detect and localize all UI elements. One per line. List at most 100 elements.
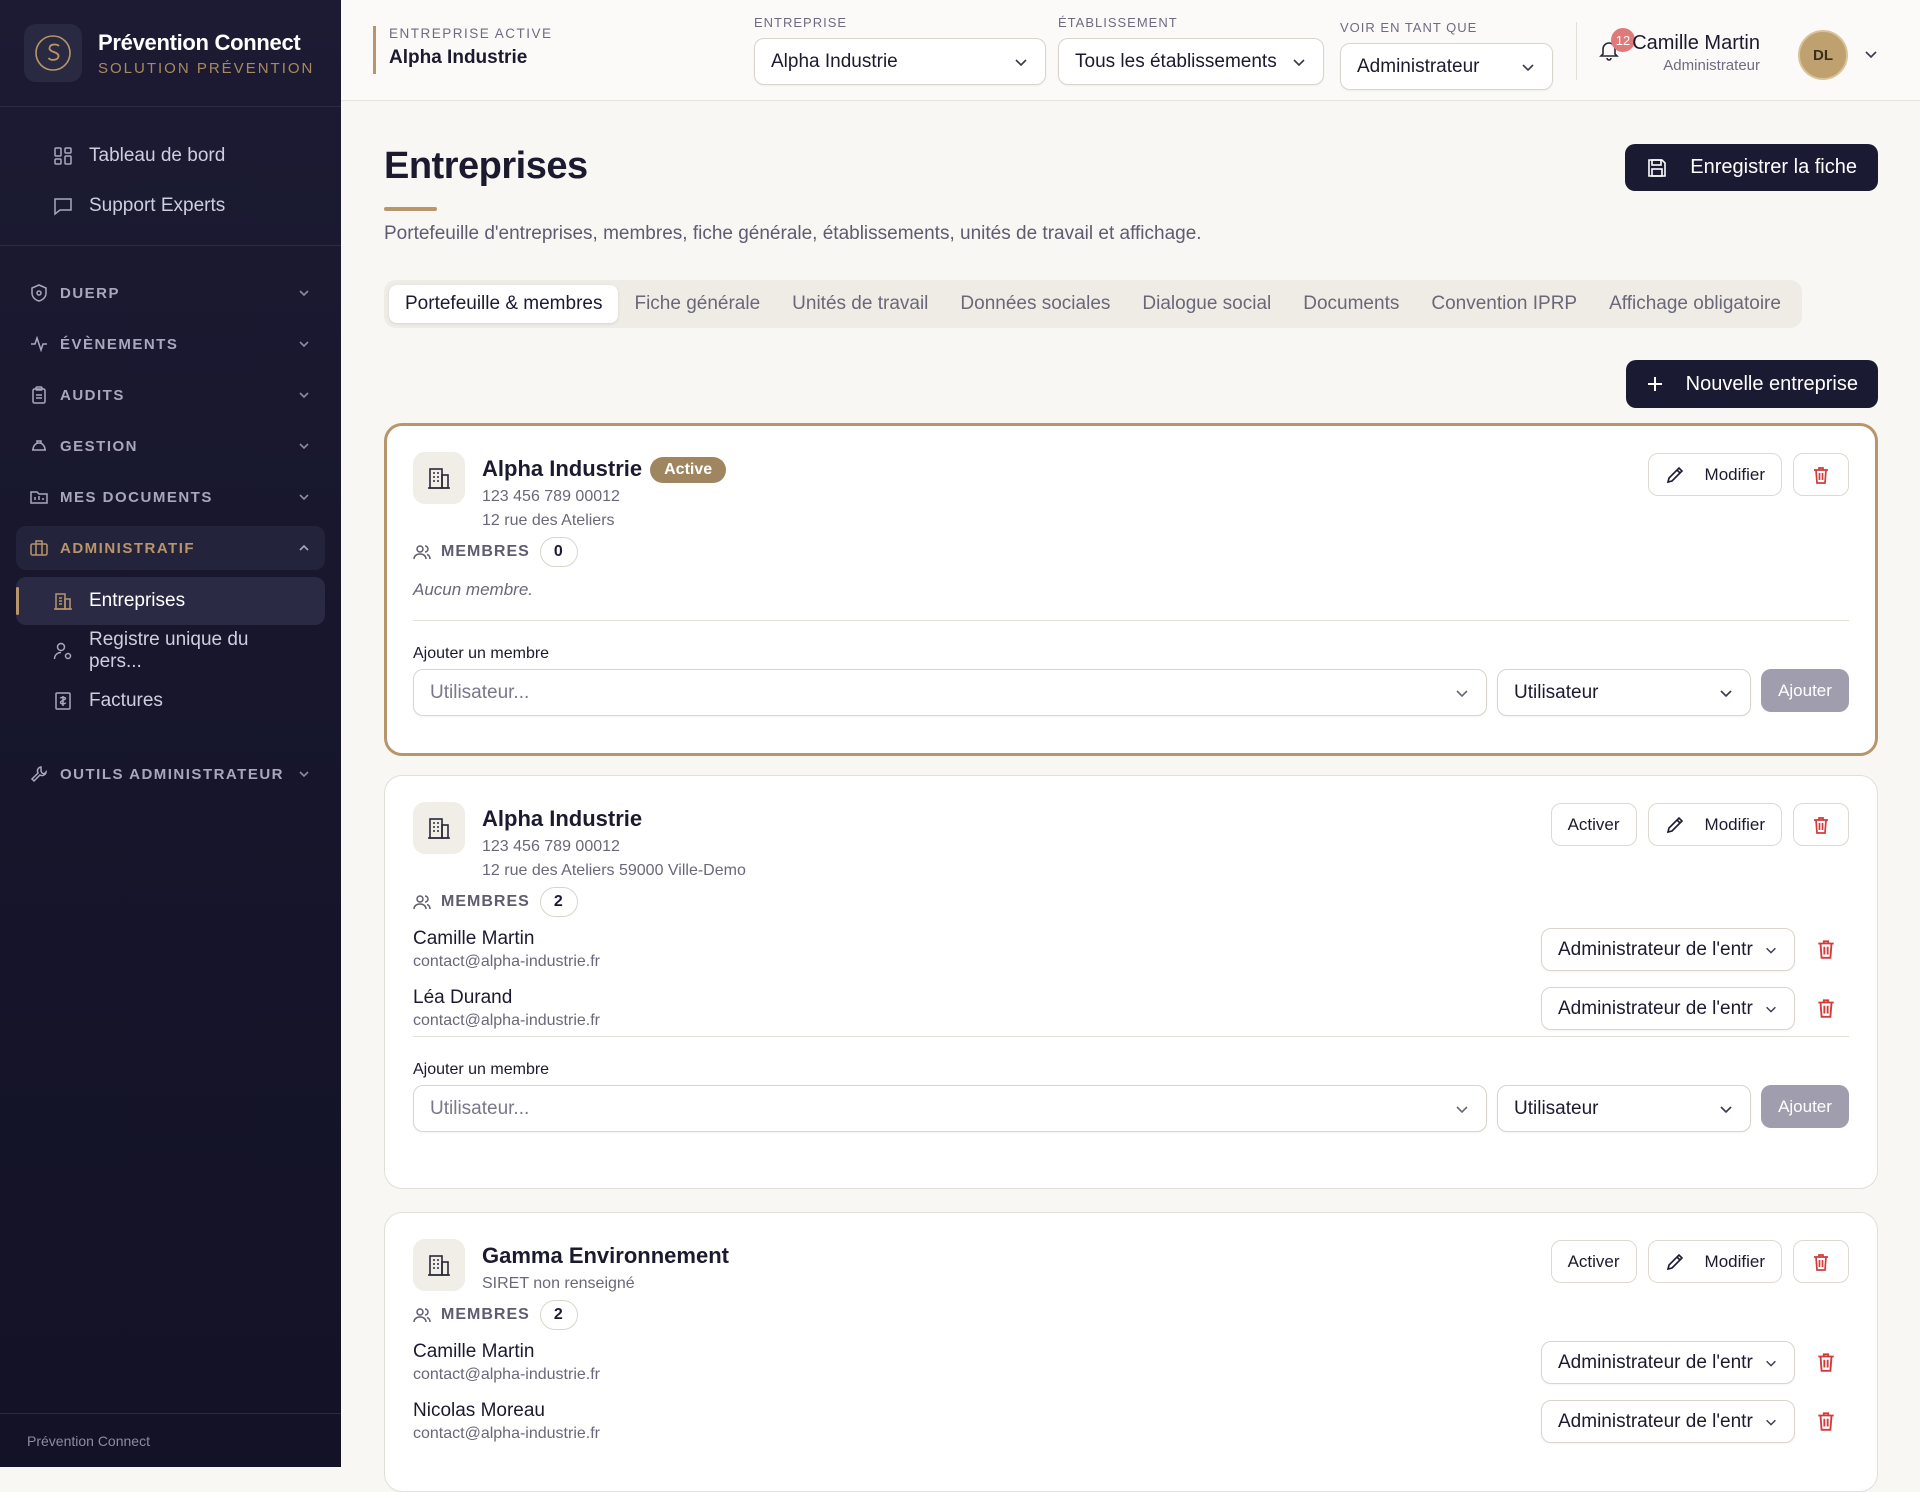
role-select[interactable]: Utilisateur — [1497, 669, 1751, 716]
tab-affichage[interactable]: Affichage obligatoire — [1593, 285, 1797, 323]
member-name: Camille Martin — [413, 1341, 535, 1362]
etablissement-value: Tous les établissements — [1075, 50, 1277, 72]
section-label: ADMINISTRATIF — [60, 539, 196, 557]
entreprise-select[interactable]: Alpha Industrie — [754, 38, 1046, 85]
member-role-select[interactable]: Administrateur de l'entr — [1541, 928, 1795, 971]
chat-icon — [54, 198, 72, 216]
user-name: Camille Martin — [1632, 32, 1760, 54]
tab-convention-iprp[interactable]: Convention IPRP — [1415, 285, 1593, 323]
members-label: MEMBRES — [441, 893, 530, 910]
folder-icon — [30, 491, 48, 504]
company-card: Alpha Industrie Active 123 456 789 00012 … — [384, 423, 1878, 756]
save-icon — [1648, 158, 1667, 177]
activate-button[interactable]: Activer — [1550, 803, 1637, 846]
users-icon — [413, 895, 431, 910]
activity-icon — [31, 335, 47, 353]
sidebar-item-label: Registre unique du pers... — [89, 629, 249, 672]
members-label: MEMBRES — [441, 1306, 530, 1323]
sidebar-section-administratif[interactable]: ADMINISTRATIF — [16, 526, 325, 570]
pencil-icon — [1666, 1253, 1683, 1270]
divider — [1576, 22, 1577, 80]
member-role-select[interactable]: Administrateur de l'entr — [1541, 987, 1795, 1030]
etablissement-label: ÉTABLISSEMENT — [1058, 15, 1178, 30]
sidebar-section-evenements[interactable]: ÉVÈNEMENTS — [16, 322, 325, 366]
member-name: Nicolas Moreau — [413, 1400, 545, 1421]
active-company-name: Alpha Industrie — [389, 47, 528, 68]
role-select[interactable]: Utilisateur — [1497, 1085, 1751, 1132]
sidebar-section-outils[interactable]: OUTILS ADMINISTRATEUR — [16, 752, 325, 796]
sidebar-footer: Prévention Connect — [0, 1413, 341, 1467]
building-icon — [413, 1239, 465, 1291]
plus-icon — [1647, 377, 1662, 391]
member-email: contact@alpha-industrie.fr — [413, 1366, 600, 1383]
trash-icon[interactable] — [1815, 938, 1837, 960]
sidebar-item-dashboard[interactable]: Tableau de bord — [16, 131, 325, 181]
user-select[interactable]: Utilisateur... — [413, 669, 1487, 716]
trash-icon[interactable] — [1815, 1410, 1837, 1432]
status-badge: Active — [650, 457, 727, 483]
delete-button[interactable] — [1793, 1240, 1849, 1283]
sidebar-section-documents[interactable]: MES DOCUMENTS — [16, 475, 325, 519]
company-siret: SIRET non renseigné — [482, 1275, 635, 1292]
sidebar-section-duerp[interactable]: DUERP — [16, 271, 325, 315]
member-row: Léa Durand contact@alpha-industrie.fr Ad… — [413, 977, 1849, 1036]
shield-icon — [31, 284, 47, 302]
user-info[interactable]: Camille Martin Administrateur — [1632, 32, 1760, 74]
add-member-button[interactable]: Ajouter — [1761, 1085, 1849, 1128]
tab-unites-travail[interactable]: Unités de travail — [776, 285, 944, 323]
tab-portefeuille[interactable]: Portefeuille & membres — [389, 285, 619, 323]
sidebar-item-factures[interactable]: Factures — [16, 677, 325, 725]
company-card: Alpha Industrie 123 456 789 00012 12 rue… — [384, 775, 1878, 1189]
sidebar-section-gestion[interactable]: GESTION — [16, 424, 325, 468]
users-icon — [413, 1308, 431, 1323]
members-count: 2 — [539, 887, 578, 917]
delete-button[interactable] — [1793, 803, 1849, 846]
new-company-button[interactable]: Nouvelle entreprise — [1625, 360, 1878, 408]
edit-label: Modifier — [1704, 464, 1765, 484]
activate-button[interactable]: Activer — [1550, 1240, 1637, 1283]
chevron-down-icon — [299, 771, 309, 778]
brand: Prévention Connect SOLUTION PRÉVENTION — [0, 0, 341, 107]
add-member-button[interactable]: Ajouter — [1761, 669, 1849, 712]
voir-label: VOIR EN TANT QUE — [1340, 20, 1478, 35]
company-siret: 123 456 789 00012 — [482, 838, 620, 855]
member-email: contact@alpha-industrie.fr — [413, 1425, 600, 1442]
brand-logo-icon — [24, 24, 82, 82]
sidebar-item-registre[interactable]: Registre unique du pers... — [16, 627, 325, 675]
pencil-icon — [1666, 466, 1683, 483]
delete-button[interactable] — [1793, 453, 1849, 496]
chevron-down-icon[interactable] — [1863, 46, 1879, 62]
section-label: ÉVÈNEMENTS — [60, 335, 179, 353]
member-role-select[interactable]: Administrateur de l'entr — [1541, 1400, 1795, 1443]
divider — [413, 620, 1849, 621]
edit-button[interactable]: Modifier — [1647, 453, 1782, 496]
member-row: Camille Martin contact@alpha-industrie.f… — [413, 918, 1849, 977]
add-member-label: Ajouter un membre — [413, 645, 550, 662]
member-role-select[interactable]: Administrateur de l'entr — [1541, 1341, 1795, 1384]
trash-icon[interactable] — [1815, 1351, 1837, 1373]
user-select[interactable]: Utilisateur... — [413, 1085, 1487, 1132]
tab-documents[interactable]: Documents — [1287, 285, 1415, 323]
save-button[interactable]: Enregistrer la fiche — [1625, 144, 1878, 191]
edit-button[interactable]: Modifier — [1647, 1240, 1782, 1283]
chevron-down-icon — [1720, 689, 1732, 697]
role-select-value: Utilisateur — [1514, 1097, 1599, 1119]
voir-field: VOIR EN TANT QUE Administrateur — [1340, 20, 1553, 90]
tab-donnees-sociales[interactable]: Données sociales — [944, 285, 1126, 323]
trash-icon[interactable] — [1815, 997, 1837, 1019]
tab-fiche-generale[interactable]: Fiche générale — [618, 285, 776, 323]
edit-button[interactable]: Modifier — [1647, 803, 1782, 846]
etablissement-select[interactable]: Tous les établissements — [1058, 38, 1324, 85]
company-name: Alpha Industrie Active — [482, 456, 727, 483]
page-title: Entreprises — [384, 145, 588, 187]
etablissement-field: ÉTABLISSEMENT Tous les établissements — [1058, 15, 1324, 85]
tab-dialogue-social[interactable]: Dialogue social — [1126, 285, 1287, 323]
avatar[interactable]: DL — [1798, 30, 1848, 80]
sidebar-item-support[interactable]: Support Experts — [16, 181, 325, 231]
active-company-label: ENTREPRISE ACTIVE — [389, 26, 553, 41]
new-company-label: Nouvelle entreprise — [1685, 372, 1858, 395]
voir-select[interactable]: Administrateur — [1340, 43, 1553, 90]
sidebar-item-entreprises[interactable]: Entreprises — [16, 577, 325, 625]
members-header: MEMBRES 2 — [413, 886, 1849, 918]
sidebar-section-audits[interactable]: AUDITS — [16, 373, 325, 417]
